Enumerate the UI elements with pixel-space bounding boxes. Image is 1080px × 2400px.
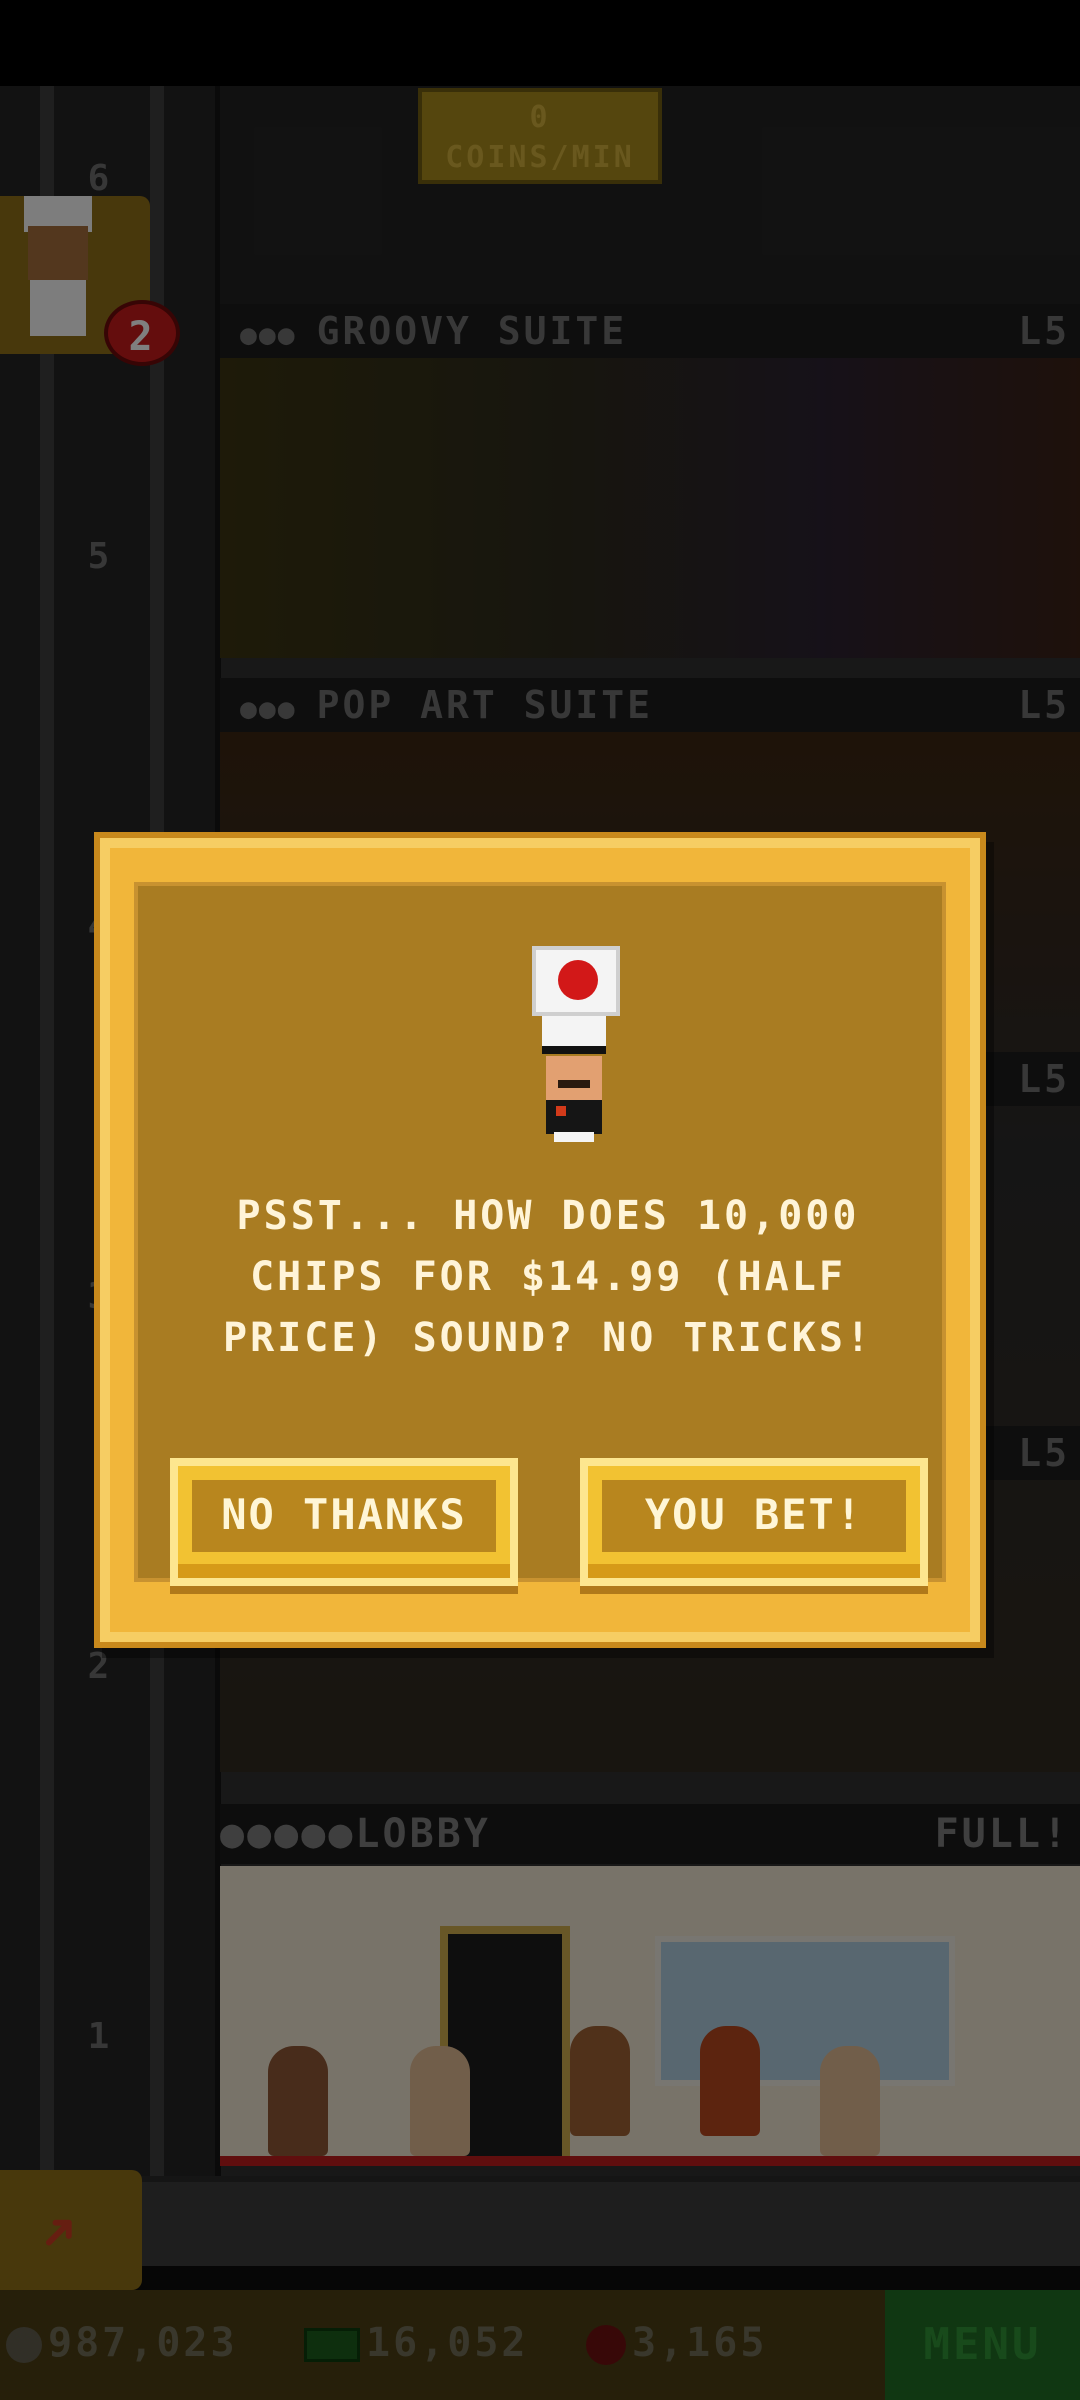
no-thanks-label: NO THANKS [192,1480,496,1552]
speech-bubble [532,946,620,1016]
offer-message: PSST... HOW DOES 10,000 CHIPS FOR $14.99… [223,1193,873,1361]
mustache [558,1080,590,1088]
chip-icon [558,960,598,1000]
rose-icon [556,1106,566,1116]
character-suit [546,1100,602,1134]
offer-dialog: PSST... HOW DOES 10,000 CHIPS FOR $14.99… [100,838,980,1642]
you-bet-label: YOU BET! [602,1480,906,1552]
doorman-character [524,946,634,1142]
no-thanks-button[interactable]: NO THANKS [170,1458,518,1586]
character-legs [554,1132,594,1142]
status-bar [0,0,1080,86]
character-face [546,1056,602,1100]
top-hat-icon [542,1016,606,1054]
you-bet-button[interactable]: YOU BET! [580,1458,928,1586]
